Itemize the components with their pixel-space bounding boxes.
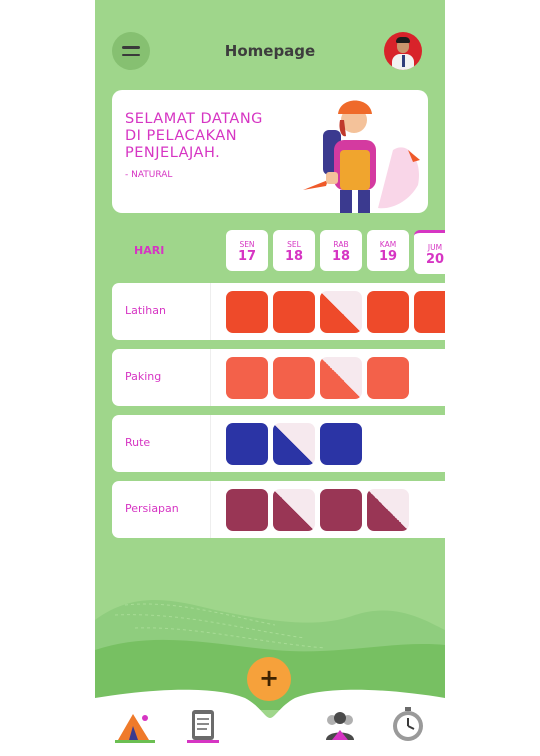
welcome-caption: - NATURAL	[125, 170, 173, 180]
app-screen: Homepage SELAMAT DATANG DI PELACAKAN PEN…	[95, 0, 445, 756]
progress-cell-full[interactable]	[273, 291, 315, 333]
add-button[interactable]: +	[247, 657, 291, 701]
progress-cell-full[interactable]	[414, 291, 445, 333]
progress-cell-full[interactable]	[226, 357, 268, 399]
day-chip-thu[interactable]: KAM 19	[367, 230, 409, 271]
activity-label: Latihan	[125, 304, 166, 317]
hiker-illustration	[303, 100, 420, 213]
progress-cell-full[interactable]	[320, 423, 362, 465]
progress-cell-full[interactable]	[273, 357, 315, 399]
welcome-line-3: PENJELAJAH.	[125, 145, 221, 161]
day-chip-tue[interactable]: SEL 18	[273, 230, 315, 271]
progress-cell-full[interactable]	[226, 423, 268, 465]
checklist-clipboard-icon[interactable]	[183, 706, 223, 746]
day-chip-fri[interactable]: JUM 20	[414, 230, 445, 274]
camp-tent-icon[interactable]	[115, 706, 155, 746]
progress-cell-full[interactable]	[320, 489, 362, 531]
progress-cell-half[interactable]	[320, 357, 362, 399]
day-chip-wed[interactable]: RAB 18	[320, 230, 362, 271]
avatar[interactable]	[384, 32, 422, 70]
progress-cell-half[interactable]	[367, 489, 409, 531]
activity-label: Rute	[125, 436, 151, 449]
welcome-line-2: DI PELACAKAN	[125, 128, 238, 144]
welcome-line-1: SELAMAT DATANG	[125, 111, 263, 127]
progress-cell-half[interactable]	[273, 489, 315, 531]
day-column-label: HARI	[134, 244, 165, 257]
progress-cell-half[interactable]	[273, 423, 315, 465]
progress-cell-half[interactable]	[320, 291, 362, 333]
group-people-icon[interactable]	[320, 706, 360, 746]
stopwatch-icon[interactable]	[388, 706, 428, 746]
progress-cell-full[interactable]	[367, 357, 409, 399]
progress-cell-full[interactable]	[226, 291, 268, 333]
day-chip-mon[interactable]: SEN 17	[226, 230, 268, 271]
activity-label: Persiapan	[125, 502, 179, 515]
activity-label: Paking	[125, 370, 162, 383]
progress-cell-full[interactable]	[226, 489, 268, 531]
welcome-card: SELAMAT DATANG DI PELACAKAN PENJELAJAH. …	[112, 90, 428, 213]
progress-cell-full[interactable]	[367, 291, 409, 333]
